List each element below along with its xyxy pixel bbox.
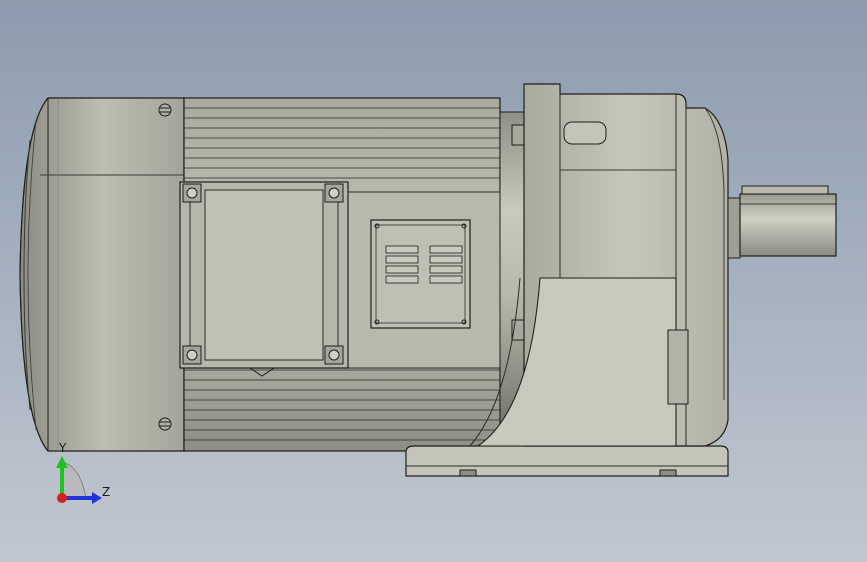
screw-icon bbox=[324, 345, 344, 365]
bolt-icon bbox=[158, 103, 172, 117]
mounting-foot[interactable] bbox=[405, 445, 729, 477]
z-axis-label: Z bbox=[102, 485, 111, 499]
bolt-icon bbox=[158, 417, 172, 431]
motor-gear-assembly[interactable] bbox=[0, 0, 867, 562]
output-shaft[interactable] bbox=[727, 185, 837, 259]
screw-icon bbox=[324, 183, 344, 203]
screw-icon bbox=[182, 183, 202, 203]
y-axis-label: Y bbox=[59, 441, 67, 455]
terminal-box[interactable] bbox=[179, 181, 349, 377]
screw-icon bbox=[182, 345, 202, 365]
motor-fan-cover[interactable] bbox=[19, 97, 185, 452]
nameplate[interactable] bbox=[370, 219, 471, 329]
graphics-viewport[interactable]: Y Z bbox=[0, 0, 867, 562]
coordinate-triad bbox=[56, 456, 102, 504]
